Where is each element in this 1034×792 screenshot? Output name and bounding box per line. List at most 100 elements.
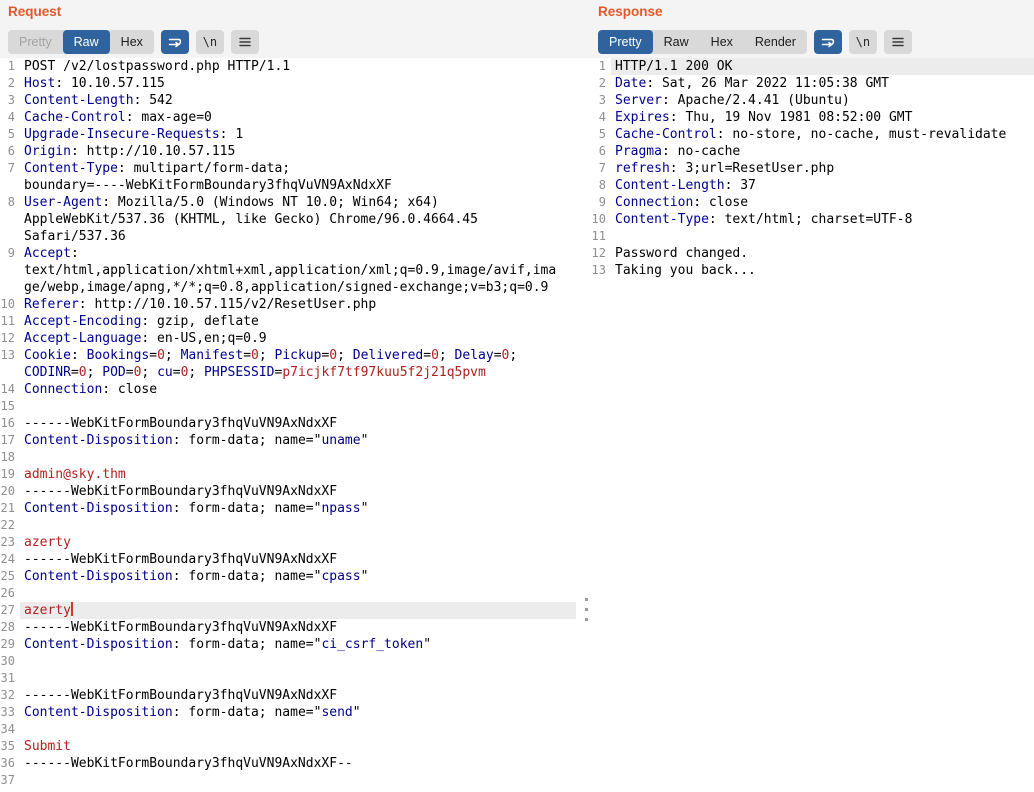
- line-number: 27: [0, 602, 20, 619]
- line-number: 4: [0, 109, 20, 126]
- code-text: Upgrade-Insecure-Requests: 1: [20, 126, 576, 143]
- code-text: [20, 670, 576, 687]
- line-number: 21: [0, 500, 20, 517]
- line-number: 35: [0, 738, 20, 755]
- panel-splitter[interactable]: [576, 58, 590, 792]
- code-line: 2Host: 10.10.57.115: [0, 75, 576, 92]
- request-tab-pretty[interactable]: Pretty: [8, 30, 63, 54]
- code-line: 2Date: Sat, 26 Mar 2022 11:05:38 GMT: [590, 75, 1034, 92]
- code-text: [20, 653, 576, 670]
- code-text: Content-Type: multipart/form-data;: [20, 160, 576, 177]
- code-line: 17Content-Disposition: form-data; name="…: [0, 432, 576, 449]
- response-editor[interactable]: 1HTTP/1.1 200 OK2Date: Sat, 26 Mar 2022 …: [590, 58, 1034, 792]
- line-number: 1: [0, 58, 20, 75]
- code-line: 12Password changed.: [590, 245, 1034, 262]
- code-line: 6Pragma: no-cache: [590, 143, 1034, 160]
- code-text: Content-Disposition: form-data; name="un…: [20, 432, 576, 449]
- code-text: Referer: http://10.10.57.115/v2/ResetUse…: [20, 296, 576, 313]
- line-number: 31: [0, 670, 20, 687]
- code-line: 23azerty: [0, 534, 576, 551]
- line-number: 14: [0, 381, 20, 398]
- request-panel: Request PrettyRawHex \n 1POST /v2/lostpa…: [0, 0, 576, 792]
- code-line: 32------WebKitFormBoundary3fhqVuVN9AxNdx…: [0, 687, 576, 704]
- code-line: 13Cookie: Bookings=0; Manifest=0; Pickup…: [0, 347, 576, 364]
- code-line: 19admin@sky.thm: [0, 466, 576, 483]
- request-editor-menu-button[interactable]: [231, 30, 259, 54]
- code-line: 36------WebKitFormBoundary3fhqVuVN9AxNdx…: [0, 755, 576, 772]
- line-number: 29: [0, 636, 20, 653]
- code-text: text/html,application/xhtml+xml,applicat…: [20, 262, 576, 279]
- code-text: ------WebKitFormBoundary3fhqVuVN9AxNdxXF: [20, 687, 576, 704]
- code-text: Accept:: [20, 245, 576, 262]
- code-line: 34: [0, 721, 576, 738]
- code-line: 20------WebKitFormBoundary3fhqVuVN9AxNdx…: [0, 483, 576, 500]
- code-line: 11Accept-Encoding: gzip, deflate: [0, 313, 576, 330]
- code-line: 3Content-Length: 542: [0, 92, 576, 109]
- line-number: 12: [0, 330, 20, 347]
- splitter-grip-icon: [585, 608, 588, 611]
- request-show-newlines-button[interactable]: \n: [196, 30, 224, 54]
- code-text: Safari/537.36: [20, 228, 576, 245]
- code-text: Content-Disposition: form-data; name="np…: [20, 500, 576, 517]
- line-number: 30: [0, 653, 20, 670]
- response-show-newlines-button[interactable]: \n: [849, 30, 877, 54]
- line-number: 5: [590, 126, 611, 143]
- response-title: Response: [598, 4, 663, 19]
- response-wrap-toggle-button[interactable]: [814, 30, 842, 54]
- code-line: 29Content-Disposition: form-data; name="…: [0, 636, 576, 653]
- line-number: [0, 228, 20, 245]
- code-line: boundary=----WebKitFormBoundary3fhqVuVN9…: [0, 177, 576, 194]
- line-number: 15: [0, 398, 20, 415]
- line-number: 1: [590, 58, 611, 75]
- word-wrap-icon: [820, 34, 836, 50]
- line-number: 36: [0, 755, 20, 772]
- request-editor[interactable]: 1POST /v2/lostpassword.php HTTP/1.12Host…: [0, 58, 576, 792]
- line-number: 10: [0, 296, 20, 313]
- code-line: 15: [0, 398, 576, 415]
- response-tab-render[interactable]: Render: [744, 30, 807, 54]
- code-text: boundary=----WebKitFormBoundary3fhqVuVN9…: [20, 177, 576, 194]
- code-text: Server: Apache/2.4.41 (Ubuntu): [611, 92, 1034, 109]
- code-line: 37: [0, 772, 576, 789]
- code-line: 9Connection: close: [590, 194, 1034, 211]
- splitter-grip-icon: [585, 598, 588, 601]
- code-text: CODINR=0; POD=0; cu=0; PHPSESSID=p7icjkf…: [20, 364, 576, 381]
- code-line: ge/webp,image/apng,*/*;q=0.8,application…: [0, 279, 576, 296]
- request-tab-raw[interactable]: Raw: [63, 30, 110, 54]
- line-number: 22: [0, 517, 20, 534]
- line-number: 8: [590, 177, 611, 194]
- line-number: 32: [0, 687, 20, 704]
- code-line: 7refresh: 3;url=ResetUser.php: [590, 160, 1034, 177]
- line-number: 28: [0, 619, 20, 636]
- response-editor-menu-button[interactable]: [884, 30, 912, 54]
- code-line: text/html,application/xhtml+xml,applicat…: [0, 262, 576, 279]
- response-tab-hex[interactable]: Hex: [700, 30, 744, 54]
- code-text: User-Agent: Mozilla/5.0 (Windows NT 10.0…: [20, 194, 576, 211]
- code-text: ge/webp,image/apng,*/*;q=0.8,application…: [20, 279, 576, 296]
- line-number: 20: [0, 483, 20, 500]
- code-line: 4Cache-Control: max-age=0: [0, 109, 576, 126]
- code-line: 24------WebKitFormBoundary3fhqVuVN9AxNdx…: [0, 551, 576, 568]
- response-tab-pretty[interactable]: Pretty: [598, 30, 653, 54]
- line-number: 3: [0, 92, 20, 109]
- code-line: 10Content-Type: text/html; charset=UTF-8: [590, 211, 1034, 228]
- code-text: Submit: [20, 738, 576, 755]
- request-wrap-toggle-button[interactable]: [161, 30, 189, 54]
- code-line: 4Expires: Thu, 19 Nov 1981 08:52:00 GMT: [590, 109, 1034, 126]
- code-text: [20, 517, 576, 534]
- line-number: 37: [0, 772, 20, 789]
- line-number: 16: [0, 415, 20, 432]
- response-tabbar: PrettyRawHexRender \n: [598, 30, 912, 54]
- response-tab-raw[interactable]: Raw: [653, 30, 700, 54]
- code-line: AppleWebKit/537.36 (KHTML, like Gecko) C…: [0, 211, 576, 228]
- line-number: 8: [0, 194, 20, 211]
- code-line: CODINR=0; POD=0; cu=0; PHPSESSID=p7icjkf…: [0, 364, 576, 381]
- code-line: 1POST /v2/lostpassword.php HTTP/1.1: [0, 58, 576, 75]
- request-tab-hex[interactable]: Hex: [110, 30, 154, 54]
- code-line: 28------WebKitFormBoundary3fhqVuVN9AxNdx…: [0, 619, 576, 636]
- code-text: ------WebKitFormBoundary3fhqVuVN9AxNdxXF…: [20, 755, 576, 772]
- code-text: AppleWebKit/537.36 (KHTML, like Gecko) C…: [20, 211, 576, 228]
- code-line: 12Accept-Language: en-US,en;q=0.9: [0, 330, 576, 347]
- code-text: [611, 228, 1034, 245]
- line-number: [0, 262, 20, 279]
